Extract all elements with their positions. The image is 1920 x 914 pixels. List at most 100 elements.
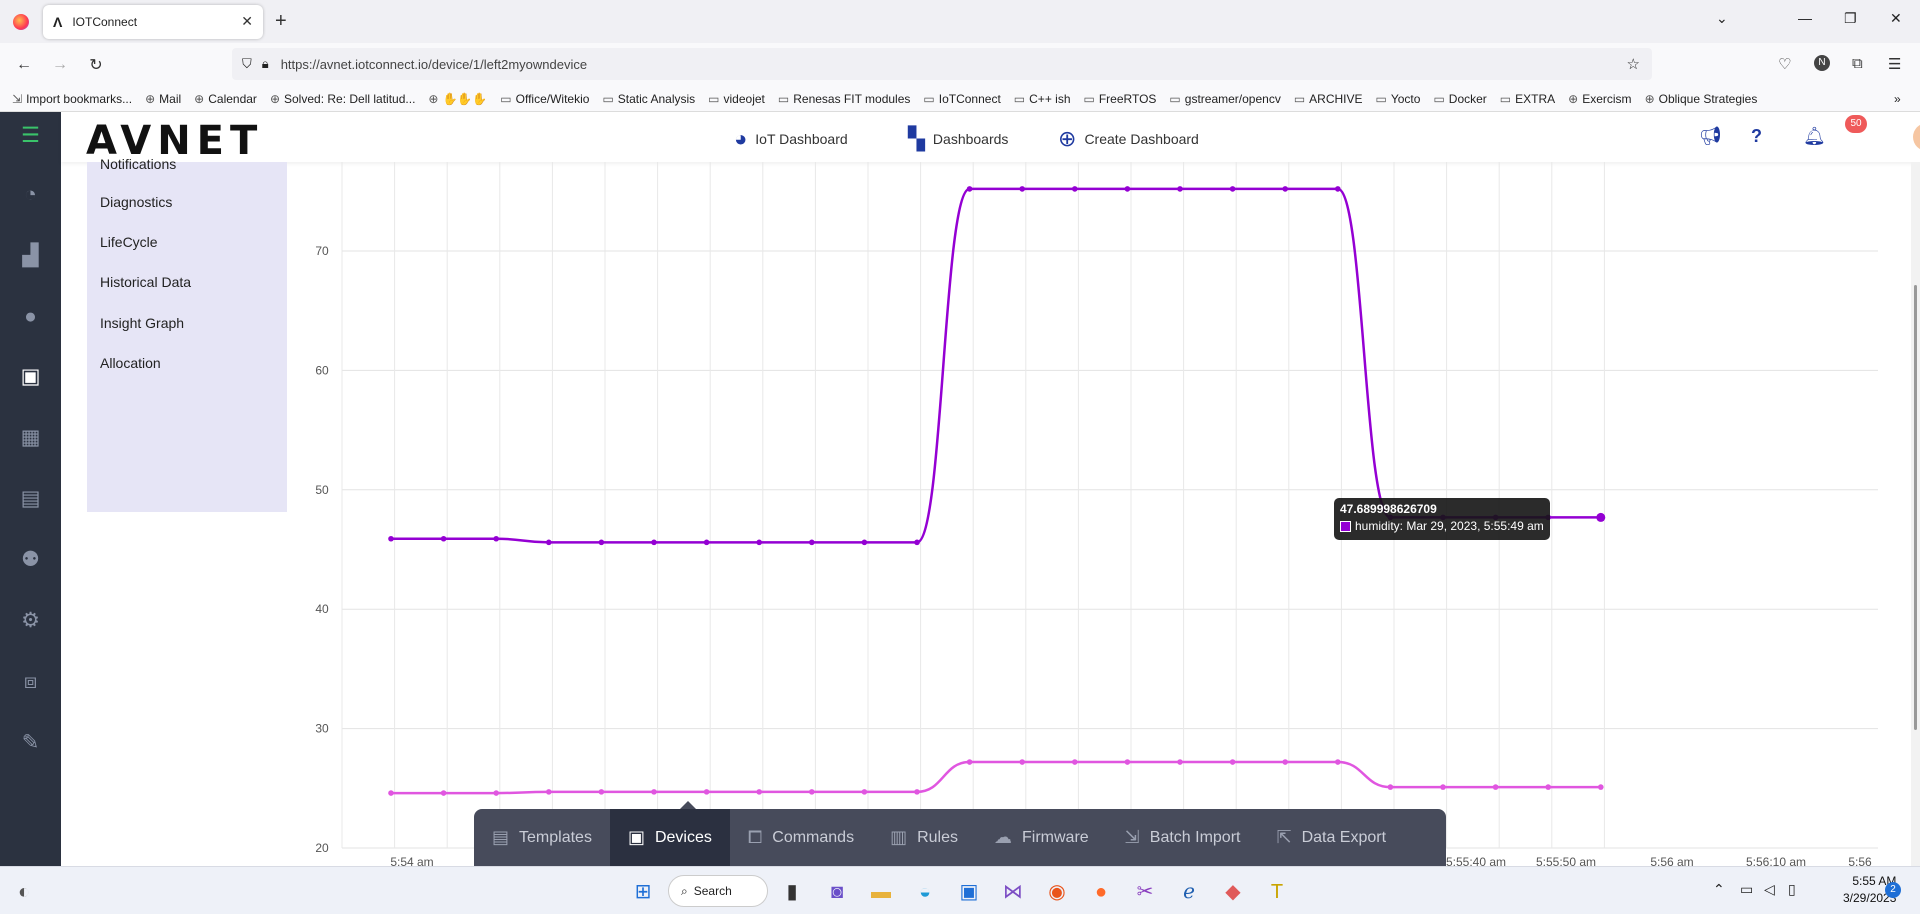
- restore-icon[interactable]: ❐: [1844, 10, 1857, 27]
- bookmarks-overflow-icon[interactable]: »: [1894, 92, 1901, 106]
- firefox-taskbar-icon[interactable]: ●: [1087, 879, 1115, 905]
- nav-dashboards[interactable]: ▚ Dashboards: [908, 126, 1008, 152]
- close-tab-icon[interactable]: ✕: [241, 13, 253, 30]
- e2-studio-icon[interactable]: ℯ: [1175, 879, 1203, 905]
- profile-avatar[interactable]: N: [1814, 55, 1830, 71]
- bookmark-item[interactable]: ⇲ Import bookmarks...: [12, 92, 132, 106]
- subnav-insight-graph[interactable]: Insight Graph: [100, 315, 184, 331]
- bookmark-item[interactable]: ⊕ Mail: [145, 92, 181, 106]
- toolbar-templates[interactable]: ▤ Templates: [474, 809, 610, 866]
- teams-chat-icon[interactable]: ◙: [823, 879, 851, 905]
- file-explorer-icon[interactable]: ▬: [867, 879, 895, 905]
- settings-icon[interactable]: ⚙: [14, 609, 47, 633]
- network-icon[interactable]: ▭: [1740, 881, 1753, 898]
- back-arrow-icon[interactable]: ←: [6, 56, 42, 74]
- edge-icon[interactable]: ◒: [911, 879, 939, 905]
- firefox-icon[interactable]: [13, 13, 29, 30]
- minimize-icon[interactable]: —: [1798, 10, 1812, 26]
- bookmark-star-icon[interactable]: ☆: [1627, 55, 1640, 73]
- bookmark-folder[interactable]: ▭ videojet: [708, 92, 765, 106]
- shield-icon[interactable]: ⛉: [242, 56, 252, 72]
- user-icon[interactable]: ●: [14, 305, 47, 329]
- reload-icon[interactable]: ↻: [78, 55, 114, 75]
- bookmark-folder[interactable]: ▭ Static Analysis: [602, 92, 695, 106]
- subnav-diagnostics[interactable]: Diagnostics: [100, 194, 172, 210]
- forward-arrow-icon[interactable]: →: [42, 56, 78, 74]
- scrollbar-thumb[interactable]: [1914, 285, 1917, 730]
- url-text[interactable]: https://avnet.iotconnect.io/device/1/lef…: [281, 57, 587, 72]
- toolbar-firmware[interactable]: ☁ Firmware: [976, 809, 1107, 866]
- data-point: [388, 535, 394, 542]
- browser-tab[interactable]: Λ IOTConnect ✕: [43, 4, 263, 39]
- data-point: [1072, 759, 1078, 765]
- snipping-tool-icon[interactable]: ✂: [1131, 879, 1159, 905]
- globe-icon: ⊕: [1644, 91, 1655, 106]
- bell-icon[interactable]: 🔔︎: [1803, 126, 1826, 147]
- lock-icon[interactable]: 🔒︎: [262, 56, 269, 72]
- bookmark-folder[interactable]: ▭ Office/Witekio: [500, 92, 589, 106]
- bookmark-folder[interactable]: ▭ IoTConnect: [923, 92, 1000, 106]
- bookmark-folder[interactable]: ▭ Renesas FIT modules: [778, 92, 911, 106]
- ubuntu-icon[interactable]: ◉: [1043, 879, 1071, 905]
- bookmark-folder[interactable]: ▭ EXTRA: [1500, 92, 1555, 106]
- nav-iot-dashboard[interactable]: ◕ IoT Dashboard: [734, 126, 848, 152]
- users-icon[interactable]: ⚉: [14, 548, 47, 572]
- widgets-icon[interactable]: ◐: [10, 879, 38, 905]
- bookmark-folder[interactable]: ▭ Docker: [1433, 92, 1486, 106]
- historical-data-chart[interactable]: 20 30 40 50 60 70 5:54 am 5:55:40 am 5:55:50 am…: [290, 162, 1910, 866]
- bookmark-folder[interactable]: ▭ Yocto: [1376, 92, 1421, 106]
- subnav-notifications[interactable]: Notifications: [100, 156, 176, 170]
- battery-icon[interactable]: ▯: [1788, 881, 1796, 898]
- tab-list-chevron-icon[interactable]: ⌄: [1716, 10, 1728, 27]
- taskbar-search[interactable]: ⌕ Search: [668, 875, 768, 907]
- task-view-icon[interactable]: ▮: [778, 879, 806, 905]
- subnav-allocation[interactable]: Allocation: [100, 355, 161, 371]
- import-icon: ⇲: [1124, 827, 1140, 847]
- subnav-historical-data[interactable]: Historical Data: [100, 274, 191, 290]
- store-icon[interactable]: ▣: [955, 879, 983, 905]
- clipboard-icon: ▥: [890, 827, 908, 847]
- bookmark-item[interactable]: ⊕ Exercism: [1568, 92, 1631, 106]
- visual-studio-icon[interactable]: ⋈: [999, 879, 1027, 905]
- cubes-icon[interactable]: ⧈: [14, 670, 47, 694]
- subnav-lifecycle[interactable]: LifeCycle: [100, 234, 158, 250]
- bookmark-folder[interactable]: ▭ FreeRTOS: [1084, 92, 1157, 106]
- typora-icon[interactable]: T: [1263, 879, 1291, 905]
- help-icon[interactable]: ?: [1751, 126, 1762, 147]
- toolbar-devices[interactable]: ▣ Devices: [609, 809, 730, 866]
- new-tab-icon[interactable]: +: [275, 10, 287, 33]
- pocket-icon[interactable]: ♡: [1778, 55, 1791, 73]
- extensions-icon[interactable]: ⧉: [1852, 55, 1863, 72]
- bookmark-item[interactable]: ⊕ Solved: Re: Dell latitud...: [270, 92, 415, 106]
- menu-icon[interactable]: ☰: [14, 124, 47, 148]
- tools-icon[interactable]: ✎: [14, 731, 47, 755]
- data-point: [914, 539, 920, 546]
- bookmark-icons-group[interactable]: ⊕ ✋✋✋: [428, 92, 487, 106]
- user-avatar[interactable]: [1913, 123, 1920, 151]
- announcement-icon[interactable]: 📢︎: [1699, 126, 1722, 147]
- analytics-icon[interactable]: ▟: [14, 244, 47, 268]
- url-bar[interactable]: ⛉ 🔒︎ https://avnet.iotconnect.io/device/…: [232, 48, 1652, 80]
- git-icon[interactable]: ◆: [1219, 879, 1247, 905]
- app-menu-icon[interactable]: ☰: [1888, 55, 1901, 73]
- bookmark-folder[interactable]: ▭ C++ ish: [1014, 92, 1071, 106]
- close-window-icon[interactable]: ✕: [1890, 10, 1902, 27]
- nav-create-dashboard[interactable]: ⊕ Create Dashboard: [1058, 126, 1199, 152]
- toolbar-batch-import[interactable]: ⇲ Batch Import: [1107, 809, 1259, 866]
- reports-icon[interactable]: ▤: [14, 487, 47, 511]
- toolbar-rules[interactable]: ▥ Rules: [872, 809, 976, 866]
- calendar-icon[interactable]: ▦: [14, 426, 47, 450]
- bookmark-folder[interactable]: ▭ gstreamer/opencv: [1169, 92, 1280, 106]
- device-chip-icon[interactable]: ▣: [14, 365, 47, 389]
- toolbar-commands[interactable]: ⧠ Commands: [730, 809, 872, 866]
- notification-count-badge[interactable]: 2: [1885, 882, 1901, 898]
- dashboard-icon[interactable]: ◔: [14, 183, 47, 207]
- tray-overflow-icon[interactable]: ⌃: [1713, 881, 1725, 898]
- bookmark-item[interactable]: ⊕ Oblique Strategies: [1645, 92, 1758, 106]
- windows-start-icon[interactable]: ⊞: [629, 879, 657, 905]
- bookmark-item[interactable]: ⊕ Calendar: [194, 92, 257, 106]
- notification-badge: 50: [1845, 115, 1867, 133]
- bookmark-folder[interactable]: ▭ ARCHIVE: [1294, 92, 1363, 106]
- volume-icon[interactable]: ◁: [1764, 881, 1775, 898]
- toolbar-data-export[interactable]: ⇱ Data Export: [1258, 809, 1404, 866]
